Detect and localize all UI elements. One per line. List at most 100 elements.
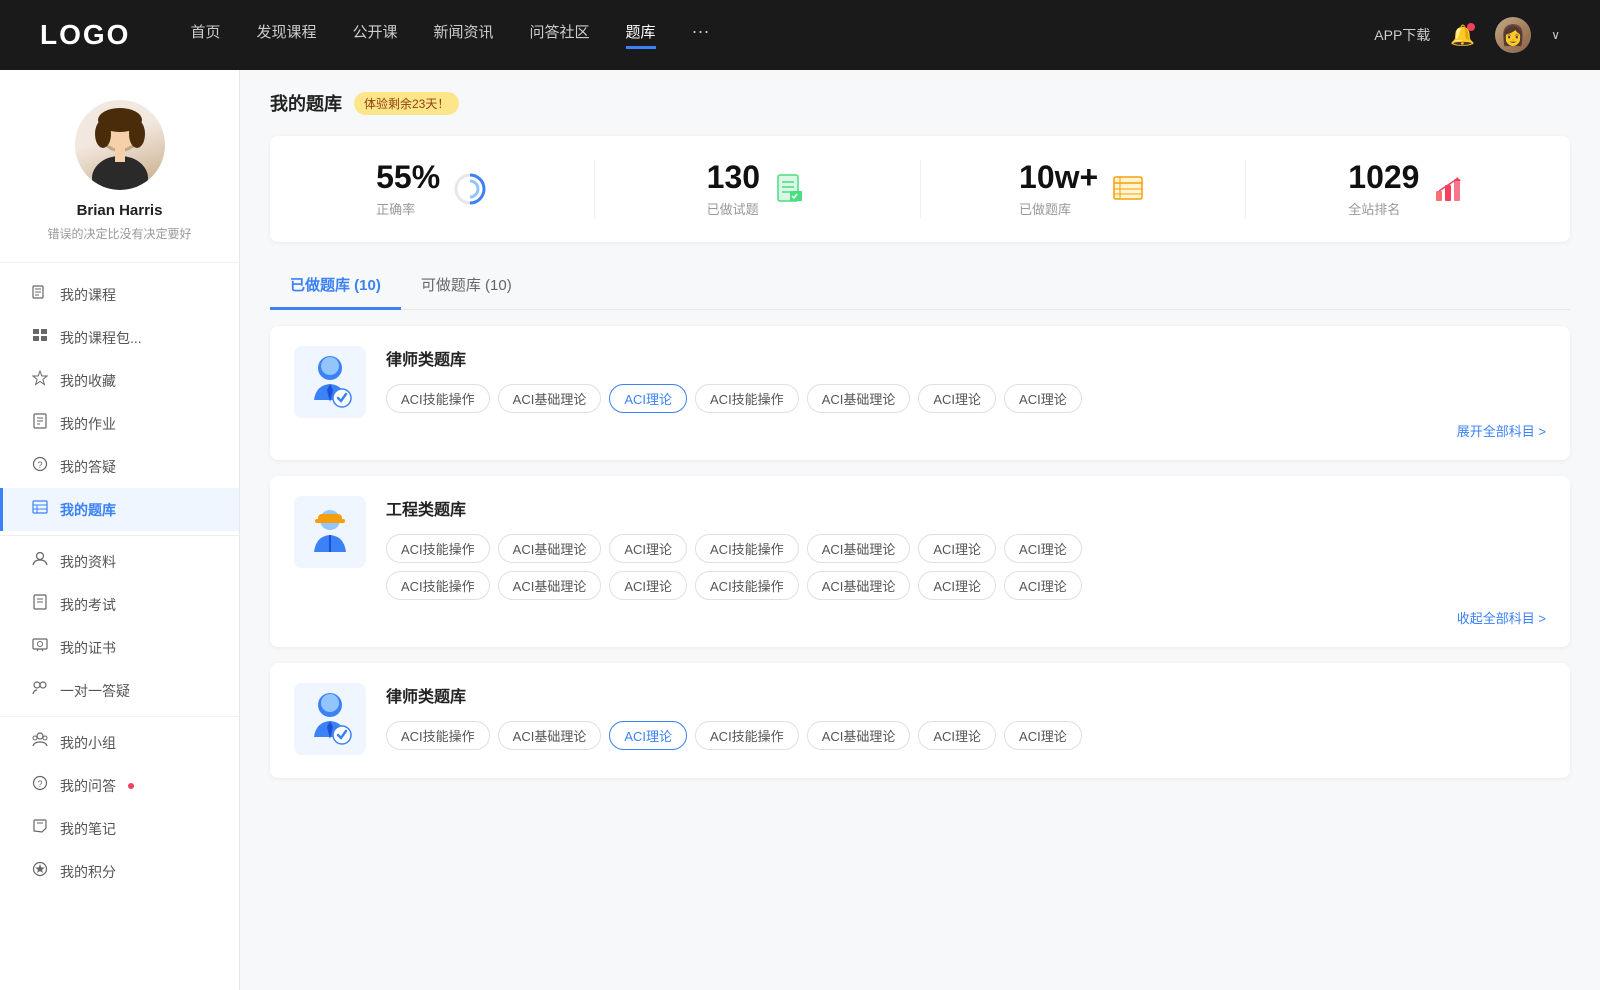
sidebar-item-homework[interactable]: 我的作业 — [0, 402, 239, 445]
qbank-1-tag-2[interactable]: ACI理论 — [609, 384, 687, 413]
svg-text:?: ? — [38, 779, 43, 789]
sidebar-item-cert[interactable]: 我的证书 — [0, 626, 239, 669]
qbank-1-tag-3[interactable]: ACI技能操作 — [695, 384, 799, 413]
app-download-button[interactable]: APP下载 — [1374, 25, 1430, 45]
my-qa-icon: ? — [30, 775, 50, 796]
sidebar-label-courses: 我的课程 — [60, 285, 116, 305]
sidebar-label-notes: 我的笔记 — [60, 819, 116, 839]
sidebar-item-course-packages[interactable]: 我的课程包... — [0, 316, 239, 359]
qbank-3-tag-0[interactable]: ACI技能操作 — [386, 721, 490, 750]
stat-correct-rate-value: 55% — [376, 160, 440, 195]
qbank-1-tag-4[interactable]: ACI基础理论 — [807, 384, 911, 413]
qbank-2-tag-0[interactable]: ACI技能操作 — [386, 534, 490, 563]
qbank-2-tag-7[interactable]: ACI技能操作 — [386, 571, 490, 600]
qbank-3-tag-2[interactable]: ACI理论 — [609, 721, 687, 750]
qbank-1-expand-link[interactable]: 展开全部科目 > — [386, 421, 1546, 440]
stat-site-rank-value: 1029 — [1348, 160, 1419, 195]
nav-qa[interactable]: 问答社区 — [530, 21, 590, 49]
qbank-3-tag-1[interactable]: ACI基础理论 — [498, 721, 602, 750]
tab-done-banks[interactable]: 已做题库 (10) — [270, 262, 401, 310]
stat-site-rank: 1029 全站排名 — [1246, 160, 1570, 218]
sidebar-label-group: 我的小组 — [60, 733, 116, 753]
qbank-card-1: 律师类题库 ACI技能操作 ACI基础理论 ACI理论 ACI技能操作 ACI基… — [270, 326, 1570, 460]
qbank-2-tag-1[interactable]: ACI基础理论 — [498, 534, 602, 563]
sidebar-label-qa: 我的答疑 — [60, 457, 116, 477]
qbank-icon-lawyer-3 — [294, 683, 366, 755]
qbank-2-tag-4[interactable]: ACI基础理论 — [807, 534, 911, 563]
group-icon — [30, 732, 50, 753]
qbank-3-tag-3[interactable]: ACI技能操作 — [695, 721, 799, 750]
qbank-2-tag-5[interactable]: ACI理论 — [918, 534, 996, 563]
qbank-1-tag-1[interactable]: ACI基础理论 — [498, 384, 602, 413]
qbank-body-2: 工程类题库 ACI技能操作 ACI基础理论 ACI理论 ACI技能操作 ACI基… — [386, 496, 1546, 627]
homework-icon — [30, 413, 50, 434]
qbank-1-tag-5[interactable]: ACI理论 — [918, 384, 996, 413]
sidebar-item-notes[interactable]: 我的笔记 — [0, 807, 239, 850]
stat-done-banks: 10w+ 已做题库 — [921, 160, 1246, 218]
sidebar-item-profile[interactable]: 我的资料 — [0, 540, 239, 583]
qbank-2-tag-10[interactable]: ACI技能操作 — [695, 571, 799, 600]
nav-home[interactable]: 首页 — [190, 21, 220, 49]
qbank-2-tag-8[interactable]: ACI基础理论 — [498, 571, 602, 600]
notification-bell[interactable]: 🔔 — [1450, 23, 1475, 48]
nav-more[interactable]: ··· — [692, 21, 710, 49]
nav-news[interactable]: 新闻资讯 — [434, 21, 494, 49]
packages-icon — [30, 327, 50, 348]
nav-qbank[interactable]: 题库 — [626, 21, 656, 49]
qbank-icon-lawyer-1 — [294, 346, 366, 418]
stat-site-rank-info: 1029 全站排名 — [1348, 160, 1419, 218]
qbank-title-2: 工程类题库 — [386, 496, 1546, 520]
sidebar-item-group[interactable]: 我的小组 — [0, 721, 239, 764]
sidebar-item-my-courses[interactable]: 我的课程 — [0, 273, 239, 316]
sidebar-item-exam[interactable]: 我的考试 — [0, 583, 239, 626]
nav-discover[interactable]: 发现课程 — [256, 21, 316, 49]
page-title: 我的题库 — [270, 90, 342, 116]
profile-avatar — [75, 100, 165, 190]
sidebar-item-favorites[interactable]: 我的收藏 — [0, 359, 239, 402]
qa-icon: ? — [30, 456, 50, 477]
notification-dot — [1467, 23, 1475, 31]
qbank-2-tag-13[interactable]: ACI理论 — [1004, 571, 1082, 600]
cert-icon — [30, 637, 50, 658]
points-icon — [30, 861, 50, 882]
stat-done-questions-info: 130 已做试题 — [707, 160, 760, 218]
sidebar-item-1on1[interactable]: 一对一答疑 — [0, 669, 239, 712]
stat-done-banks-value: 10w+ — [1019, 160, 1098, 195]
notes-icon — [30, 818, 50, 839]
qbank-3-tag-4[interactable]: ACI基础理论 — [807, 721, 911, 750]
stats-card: 55% 正确率 130 已做试题 — [270, 136, 1570, 242]
qbank-1-tags-row: ACI技能操作 ACI基础理论 ACI理论 ACI技能操作 ACI基础理论 AC… — [386, 384, 1546, 413]
tab-available-banks[interactable]: 可做题库 (10) — [401, 262, 532, 310]
sidebar-item-points[interactable]: 我的积分 — [0, 850, 239, 893]
qbank-2-tag-12[interactable]: ACI理论 — [918, 571, 996, 600]
nav-links: 首页 发现课程 公开课 新闻资讯 问答社区 题库 ··· — [190, 21, 1374, 49]
qbank-2-tag-9[interactable]: ACI理论 — [609, 571, 687, 600]
sidebar-item-my-qa[interactable]: ? 我的问答 — [0, 764, 239, 807]
qbank-1-tag-0[interactable]: ACI技能操作 — [386, 384, 490, 413]
logo[interactable]: LOGO — [40, 19, 130, 51]
qbank-2-tag-11[interactable]: ACI基础理论 — [807, 571, 911, 600]
qbank-2-tag-2[interactable]: ACI理论 — [609, 534, 687, 563]
qbank-2-tag-3[interactable]: ACI技能操作 — [695, 534, 799, 563]
qbank-1-tag-6[interactable]: ACI理论 — [1004, 384, 1082, 413]
nav-open-course[interactable]: 公开课 — [352, 21, 397, 49]
qbank-title-3: 律师类题库 — [386, 683, 1546, 707]
stat-done-questions-label: 已做试题 — [707, 199, 760, 218]
profile-icon — [30, 551, 50, 572]
qbank-3-tag-5[interactable]: ACI理论 — [918, 721, 996, 750]
sidebar-label-favorites: 我的收藏 — [60, 371, 116, 391]
navbar: LOGO 首页 发现课程 公开课 新闻资讯 问答社区 题库 ··· APP下载 … — [0, 0, 1600, 70]
sidebar-label-my-qa: 我的问答 — [60, 776, 116, 796]
qbank-2-tag-6[interactable]: ACI理论 — [1004, 534, 1082, 563]
qbank-card-2: 工程类题库 ACI技能操作 ACI基础理论 ACI理论 ACI技能操作 ACI基… — [270, 476, 1570, 647]
correct-rate-icon — [452, 171, 488, 207]
qbank-card-2-inner: 工程类题库 ACI技能操作 ACI基础理论 ACI理论 ACI技能操作 ACI基… — [294, 496, 1546, 627]
sidebar-item-qa[interactable]: ? 我的答疑 — [0, 445, 239, 488]
qbank-3-tag-6[interactable]: ACI理论 — [1004, 721, 1082, 750]
avatar[interactable]: 👩 — [1495, 17, 1531, 53]
sidebar-item-qbank[interactable]: 我的题库 — [0, 488, 239, 531]
user-menu-chevron[interactable]: ∨ — [1551, 28, 1560, 42]
qbank-2-collapse-link[interactable]: 收起全部科目 > — [386, 608, 1546, 627]
done-questions-icon — [772, 171, 808, 207]
profile-section: Brian Harris 错误的决定比没有决定要好 — [0, 70, 239, 263]
